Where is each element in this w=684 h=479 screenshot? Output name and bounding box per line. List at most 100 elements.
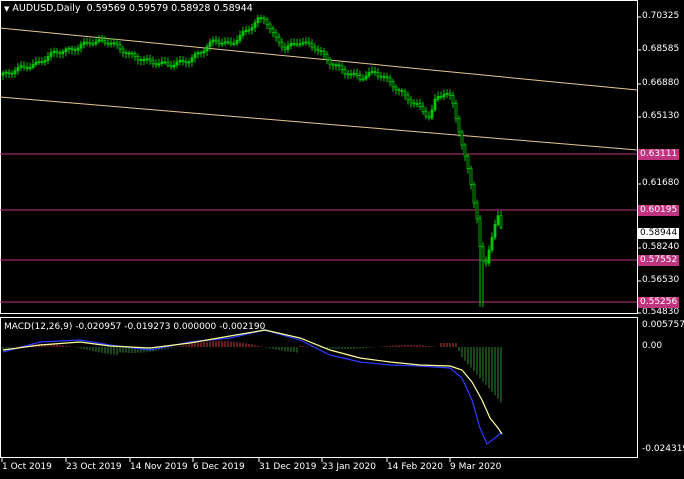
candle-body — [352, 73, 356, 75]
candle-body — [475, 202, 479, 220]
candle-body — [160, 61, 164, 65]
candle-body — [391, 81, 395, 88]
candle-body — [457, 117, 461, 133]
candle-body — [496, 215, 500, 225]
candle-body — [241, 31, 245, 36]
candle-body — [424, 111, 428, 117]
candle-body — [34, 61, 38, 65]
time-axis-label: 31 Dec 2019 — [259, 462, 317, 472]
candle-body — [415, 102, 419, 105]
candle-body — [436, 96, 440, 100]
candle-body — [328, 58, 332, 65]
candle-body — [4, 71, 8, 74]
candle-body — [19, 65, 23, 68]
chart-header: ▼ AUDUSD,Daily 0.59569 0.59579 0.58928 0.… — [4, 3, 253, 15]
candle-body — [364, 75, 368, 80]
candle-body — [94, 41, 98, 45]
candle-body — [88, 42, 92, 45]
candle-body — [343, 69, 347, 75]
candle-body — [334, 64, 338, 67]
macd-tick-label: 0.00 — [642, 341, 663, 351]
candle-body — [427, 115, 431, 119]
price-candles — [1, 14, 503, 307]
candle-body — [400, 89, 404, 92]
candle-body — [445, 93, 449, 95]
candle-body — [25, 66, 29, 70]
candle-body — [349, 73, 353, 76]
price-tick-label: 0.54830 — [642, 307, 680, 317]
time-axis-label: 14 Nov 2019 — [130, 462, 188, 472]
candle-body — [304, 41, 308, 44]
candle-body — [229, 41, 233, 45]
price-tick-label: 0.70325 — [642, 11, 680, 21]
candle-body — [127, 52, 131, 55]
candle-body — [355, 73, 359, 77]
level-price-box[interactable]: 0.55256 — [638, 297, 680, 308]
candle-body — [433, 98, 437, 111]
candle-body — [310, 43, 314, 48]
candle-body — [31, 64, 35, 68]
macd-pane-frame — [0, 317, 638, 458]
candle-body — [130, 52, 134, 55]
time-axis-label: 23 Jan 2020 — [322, 462, 376, 472]
candle-body — [277, 36, 281, 43]
time-axis-label: 6 Dec 2019 — [193, 462, 245, 472]
chart-menu-chevron-down-icon[interactable]: ▼ — [4, 5, 9, 13]
candle-body — [16, 66, 20, 72]
candle-body — [49, 52, 53, 57]
candle-body — [142, 58, 146, 62]
candle-body — [250, 27, 254, 31]
candle-body — [136, 55, 140, 61]
candle-body — [376, 72, 380, 77]
candle-body — [487, 249, 491, 264]
time-axis-label: 14 Feb 2020 — [387, 462, 444, 472]
level-price-box[interactable]: 0.57552 — [638, 255, 680, 266]
candle-body — [247, 29, 251, 32]
candle-body — [10, 73, 14, 75]
candle-body — [253, 22, 257, 28]
candle-body — [295, 43, 299, 46]
candle-body — [235, 40, 239, 44]
price-tick-label: 0.65130 — [642, 111, 680, 121]
candle-body — [223, 41, 227, 44]
candle-body — [448, 93, 452, 96]
candle-body — [307, 41, 311, 45]
candle-body — [292, 43, 296, 45]
candle-body — [367, 72, 371, 77]
candle-body — [55, 50, 59, 54]
candle-body — [91, 43, 95, 46]
ohlc-values: 0.59569 0.59579 0.58928 0.58944 — [86, 3, 253, 14]
candle-body — [79, 44, 83, 49]
candle-body — [208, 41, 212, 47]
candle-body — [133, 53, 137, 57]
channel-lower-line[interactable] — [0, 96, 638, 151]
candle-body — [340, 65, 344, 70]
candle-body — [262, 17, 266, 20]
level-price-box[interactable]: 0.63111 — [638, 149, 680, 160]
candle-body — [67, 47, 71, 50]
candle-body — [97, 39, 101, 43]
candle-body — [280, 41, 284, 48]
time-axis-label: 23 Oct 2019 — [66, 462, 122, 472]
candle-body — [85, 41, 89, 44]
candle-body — [256, 17, 260, 24]
candle-body — [370, 71, 374, 73]
candle-body — [286, 45, 290, 50]
candle-body — [28, 67, 32, 70]
candle-body — [52, 50, 56, 53]
candle-body — [202, 50, 206, 54]
candle-body — [382, 76, 386, 79]
candle-body — [406, 94, 410, 101]
candle-body — [490, 237, 494, 251]
candle-body — [271, 28, 275, 33]
macd-indicator-title[interactable]: MACD(12,26,9) -0.020957 -0.019273 0.0000… — [4, 322, 265, 333]
candle-body — [58, 52, 62, 55]
chart-canvas[interactable] — [0, 0, 684, 479]
candle-body — [232, 43, 236, 45]
level-price-box[interactable]: 0.60195 — [638, 205, 680, 216]
candle-body — [103, 40, 107, 44]
time-axis-label: 9 Mar 2020 — [450, 462, 502, 472]
candle-body — [385, 76, 389, 79]
candle-body — [151, 60, 155, 65]
candle-body — [331, 63, 335, 66]
